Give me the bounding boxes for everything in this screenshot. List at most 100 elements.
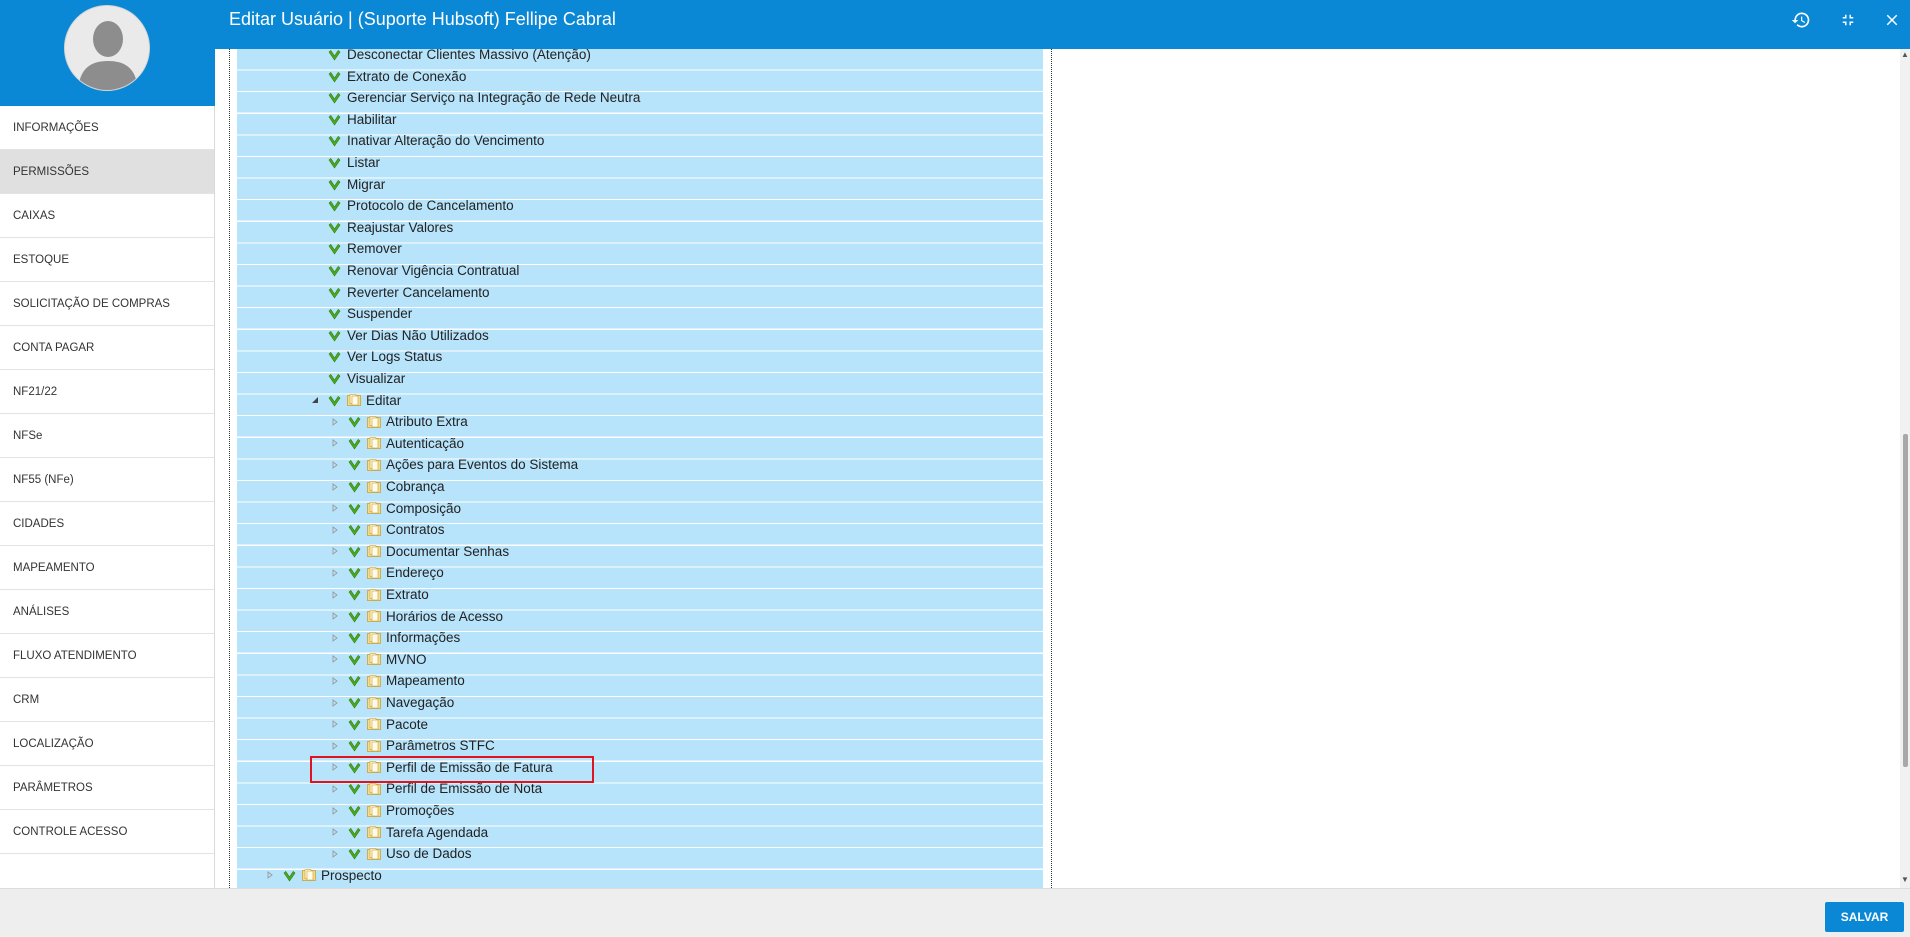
checkbox-checked-icon[interactable] xyxy=(328,113,341,126)
sidebar-item-controle-acesso[interactable]: CONTROLE ACESSO xyxy=(0,810,214,854)
sidebar-item-fluxo-atendimento[interactable]: FLUXO ATENDIMENTO xyxy=(0,634,214,678)
tree-node-item[interactable]: Uso de Dados xyxy=(330,843,472,864)
checkbox-checked-icon[interactable] xyxy=(328,307,341,320)
checkbox-checked-icon[interactable] xyxy=(348,696,361,709)
expand-icon[interactable] xyxy=(330,525,340,535)
expand-icon[interactable] xyxy=(330,460,340,470)
checkbox-checked-icon[interactable] xyxy=(348,502,361,515)
tree-leaf-item[interactable]: Inativar Alteração do Vencimento xyxy=(328,130,544,151)
checkbox-checked-icon[interactable] xyxy=(328,70,341,83)
tree-leaf-item[interactable]: Gerenciar Serviço na Integração de Rede … xyxy=(328,87,640,108)
expand-icon[interactable] xyxy=(330,806,340,816)
sidebar-item-nf55[interactable]: NF55 (NFe) xyxy=(0,458,214,502)
sidebar-item-caixas[interactable]: CAIXAS xyxy=(0,194,214,238)
sidebar-item-nfse[interactable]: NFSe xyxy=(0,414,214,458)
collapse-tree-icon[interactable] xyxy=(310,395,320,405)
sidebar-item-nf21-22[interactable]: NF21/22 xyxy=(0,370,214,414)
tree-leaf-item[interactable]: Ver Logs Status xyxy=(328,346,442,367)
tree-node-item[interactable]: Ações para Eventos do Sistema xyxy=(330,454,578,475)
sidebar-item-analises[interactable]: ANÁLISES xyxy=(0,590,214,634)
sidebar-item-informacoes[interactable]: INFORMAÇÕES xyxy=(0,106,214,150)
expand-icon[interactable] xyxy=(330,654,340,664)
checkbox-checked-icon[interactable] xyxy=(348,437,361,450)
tree-leaf-item[interactable]: Extrato de Conexão xyxy=(328,66,466,87)
sidebar-item-parametros[interactable]: PARÂMETROS xyxy=(0,766,214,810)
tree-node-item[interactable]: Composição xyxy=(330,498,461,519)
tree-leaf-item[interactable]: Habilitar xyxy=(328,109,397,130)
expand-icon[interactable] xyxy=(330,741,340,751)
scroll-up-icon[interactable]: ▲ xyxy=(1901,51,1909,59)
expand-icon[interactable] xyxy=(330,762,340,772)
expand-icon[interactable] xyxy=(330,676,340,686)
checkbox-checked-icon[interactable] xyxy=(348,545,361,558)
expand-icon[interactable] xyxy=(330,719,340,729)
tree-node-item[interactable]: Horários de Acesso xyxy=(330,606,503,627)
tree-leaf-item[interactable]: Renovar Vigência Contratual xyxy=(328,260,519,281)
expand-icon[interactable] xyxy=(330,482,340,492)
checkbox-checked-icon[interactable] xyxy=(348,566,361,579)
tree-node-item[interactable]: Cobrança xyxy=(330,476,445,497)
tree-node-item[interactable]: Mapeamento xyxy=(330,670,465,691)
sidebar-item-crm[interactable]: CRM xyxy=(0,678,214,722)
expand-icon[interactable] xyxy=(330,849,340,859)
checkbox-checked-icon[interactable] xyxy=(328,156,341,169)
tree-node-item[interactable]: Tarefa Agendada xyxy=(330,822,488,843)
tree-node-highlighted[interactable]: Perfil de Emissão de Fatura xyxy=(330,757,553,778)
sidebar-item-cidades[interactable]: CIDADES xyxy=(0,502,214,546)
checkbox-checked-icon[interactable] xyxy=(348,610,361,623)
checkbox-checked-icon[interactable] xyxy=(348,718,361,731)
expand-icon[interactable] xyxy=(330,784,340,794)
tree-node-item[interactable]: Navegação xyxy=(330,692,454,713)
checkbox-checked-icon[interactable] xyxy=(348,826,361,839)
checkbox-checked-icon[interactable] xyxy=(348,588,361,601)
checkbox-checked-icon[interactable] xyxy=(348,847,361,860)
scroll-down-icon[interactable]: ▼ xyxy=(1901,876,1909,884)
sidebar-item-solicitacao-compras[interactable]: SOLICITAÇÃO DE COMPRAS xyxy=(0,282,214,326)
sidebar-item-estoque[interactable]: ESTOQUE xyxy=(0,238,214,282)
checkbox-checked-icon[interactable] xyxy=(328,329,341,342)
tree-node-item[interactable]: Promoções xyxy=(330,800,454,821)
tree-node-editar[interactable]: Editar xyxy=(310,390,401,411)
expand-icon[interactable] xyxy=(330,503,340,513)
sidebar-item-mapeamento[interactable]: MAPEAMENTO xyxy=(0,546,214,590)
tree-leaf-item[interactable]: Reajustar Valores xyxy=(328,217,453,238)
tree-node-item[interactable]: Perfil de Emissão de Nota xyxy=(330,778,542,799)
checkbox-checked-icon[interactable] xyxy=(348,739,361,752)
sidebar-item-conta-pagar[interactable]: CONTA PAGAR xyxy=(0,326,214,370)
scrollbar-thumb[interactable] xyxy=(1903,434,1908,767)
checkbox-checked-icon[interactable] xyxy=(348,761,361,774)
tree-node-item[interactable]: Endereço xyxy=(330,562,444,583)
save-button[interactable]: SALVAR xyxy=(1825,902,1904,932)
history-icon[interactable] xyxy=(1789,8,1813,32)
checkbox-checked-icon[interactable] xyxy=(348,458,361,471)
tree-leaf-item[interactable]: Ver Dias Não Utilizados xyxy=(328,325,489,346)
collapse-icon[interactable] xyxy=(1836,8,1860,32)
checkbox-checked-icon[interactable] xyxy=(348,415,361,428)
checkbox-checked-icon[interactable] xyxy=(328,199,341,212)
checkbox-checked-icon[interactable] xyxy=(328,350,341,363)
tree-leaf-item[interactable]: Suspender xyxy=(328,303,412,324)
sidebar-item-permissoes[interactable]: PERMISSÕES xyxy=(0,150,214,194)
tree-node-prospecto[interactable]: Prospecto xyxy=(265,865,382,886)
tree-node-item[interactable]: Extrato xyxy=(330,584,429,605)
tree-leaf-item[interactable]: Protocolo de Cancelamento xyxy=(328,195,514,216)
tree-node-item[interactable]: MVNO xyxy=(330,649,427,670)
checkbox-checked-icon[interactable] xyxy=(348,782,361,795)
checkbox-checked-icon[interactable] xyxy=(328,286,341,299)
checkbox-checked-icon[interactable] xyxy=(348,631,361,644)
checkbox-checked-icon[interactable] xyxy=(328,242,341,255)
expand-icon[interactable] xyxy=(330,417,340,427)
checkbox-checked-icon[interactable] xyxy=(328,178,341,191)
tree-node-item[interactable]: Pacote xyxy=(330,714,428,735)
tree-leaf-item[interactable]: Remover xyxy=(328,238,402,259)
tree-leaf-item[interactable]: Visualizar xyxy=(328,368,405,389)
sidebar-item-localizacao[interactable]: LOCALIZAÇÃO xyxy=(0,722,214,766)
checkbox-checked-icon[interactable] xyxy=(348,523,361,536)
expand-icon[interactable] xyxy=(330,590,340,600)
checkbox-checked-icon[interactable] xyxy=(283,869,296,882)
checkbox-checked-icon[interactable] xyxy=(348,674,361,687)
tree-node-item[interactable]: Atributo Extra xyxy=(330,411,468,432)
expand-icon[interactable] xyxy=(330,546,340,556)
checkbox-checked-icon[interactable] xyxy=(348,480,361,493)
checkbox-checked-icon[interactable] xyxy=(348,804,361,817)
